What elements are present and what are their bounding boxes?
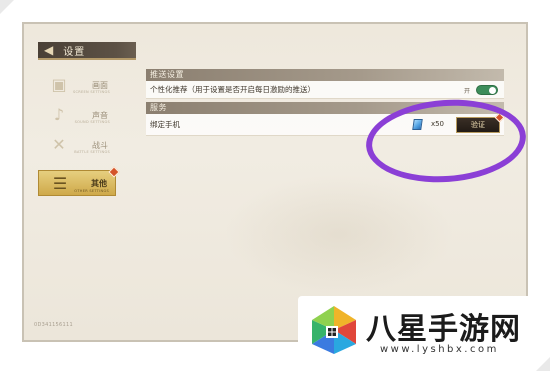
- personalized-toggle[interactable]: [476, 85, 498, 95]
- nav-item-other[interactable]: ☰ 其他 OTHER SETTINGS: [38, 166, 120, 196]
- notification-badge-icon: [108, 166, 120, 178]
- player-id: 0D341156111: [34, 322, 73, 328]
- nav-item-label: 其他: [91, 178, 107, 188]
- sound-icon: ♪: [53, 105, 65, 124]
- toggle-wrap: 开: [464, 85, 498, 95]
- nav-item-sublabel: OTHER SETTINGS: [74, 189, 109, 193]
- battle-icon: ✕: [52, 135, 66, 154]
- nav-item-battle[interactable]: ✕ 战斗 BATTLE SETTINGS: [38, 132, 116, 158]
- frame-corner-top-left: [0, 0, 14, 14]
- nav-item-sublabel: SOUND SETTINGS: [74, 120, 110, 124]
- setting-label: 个性化推荐（用于设置是否开启每日激励的推送）: [150, 85, 315, 94]
- settings-title-tab: ◀ 设置: [38, 42, 136, 60]
- site-logo-icon: [312, 306, 356, 354]
- game-settings-screen: ◀ 设置 ▣ 画面 SCREEN SETTINGS ♪ 声音 SOUND SET…: [22, 22, 528, 342]
- picture-icon: ▣: [51, 75, 67, 94]
- toggle-knob: [489, 87, 496, 94]
- page-title: 设置: [63, 46, 86, 58]
- back-arrow-icon[interactable]: ◀: [44, 44, 53, 56]
- toggle-state-text: 开: [463, 87, 470, 95]
- setting-label: 绑定手机: [150, 120, 180, 129]
- nav-item-screen[interactable]: ▣ 画面 SCREEN SETTINGS: [38, 72, 116, 98]
- settings-nav: ▣ 画面 SCREEN SETTINGS ♪ 声音 SOUND SETTINGS…: [38, 72, 120, 200]
- nav-item-label: 战斗: [92, 140, 108, 150]
- watermark-url: www.lyshbx.com: [380, 344, 499, 355]
- nav-item-label: 画面: [92, 80, 108, 90]
- screenshot-frame: ◀ 设置 ▣ 画面 SCREEN SETTINGS ♪ 声音 SOUND SET…: [0, 0, 550, 371]
- watermark-site-name: 八星手游网: [366, 312, 521, 347]
- section-header-push: 推送设置: [146, 69, 504, 81]
- nav-item-sublabel: BATTLE SETTINGS: [74, 150, 110, 154]
- nav-item-label: 声音: [92, 110, 108, 120]
- setting-row-personalized: 个性化推荐（用于设置是否开启每日激励的推送） 开: [146, 81, 504, 99]
- list-icon: ☰: [52, 174, 68, 193]
- nav-item-sublabel: SCREEN SETTINGS: [73, 90, 110, 94]
- nav-item-sound[interactable]: ♪ 声音 SOUND SETTINGS: [38, 102, 116, 128]
- site-watermark: 八星手游网 www.lyshbx.com: [298, 296, 542, 364]
